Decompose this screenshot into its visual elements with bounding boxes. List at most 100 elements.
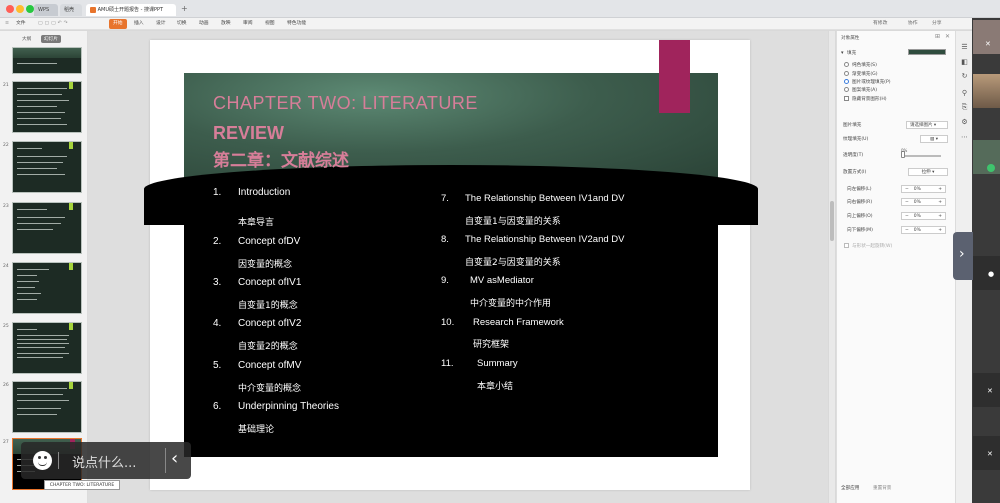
maximize-window-button[interactable] — [26, 5, 34, 13]
participant-tile[interactable]: ✕ — [973, 20, 1000, 54]
panel-pin-icon[interactable]: ⊞ — [935, 33, 940, 40]
quick-access-icons[interactable]: ▢▢▢↶↷ — [38, 19, 70, 29]
item-en[interactable]: Introduction — [238, 187, 290, 198]
offset-up-stepper[interactable]: −0% + — [901, 212, 946, 220]
reset-background-button[interactable]: 重置背景 — [873, 485, 891, 491]
expand-side-button[interactable]: › — [953, 232, 973, 280]
participant-tile[interactable] — [973, 74, 1000, 108]
menu-home[interactable]: 开始 — [109, 19, 127, 29]
menu-view[interactable]: 视图 — [265, 19, 275, 29]
modified-status[interactable]: 有修改 — [873, 19, 887, 29]
comment-input-placeholder[interactable]: 说点什么... — [72, 452, 136, 471]
menu-transition[interactable]: 切换 — [177, 19, 187, 29]
panel-close-icon[interactable]: ✕ — [945, 33, 950, 40]
picture-fill-dropdown[interactable]: 请选择图片 ▾ — [906, 121, 948, 129]
menu-insert[interactable]: 插入 — [134, 19, 144, 29]
fill-color-swatch[interactable] — [908, 49, 946, 55]
item-cn[interactable]: 研究框架 — [473, 337, 509, 350]
tab-document[interactable]: AMU硕士开题报告 - 搜课PPT — [86, 4, 176, 16]
fill-solid-radio[interactable] — [844, 62, 849, 67]
offset-right-stepper[interactable]: −0% + — [901, 198, 946, 206]
tab-docer[interactable]: 稻壳 — [60, 4, 82, 16]
offset-left-stepper[interactable]: −0% + — [901, 185, 946, 193]
item-cn[interactable]: 自变量2的概念 — [238, 339, 298, 352]
menu-file[interactable]: 文件 — [16, 19, 26, 29]
history-icon[interactable]: ↻ — [960, 72, 969, 81]
item-en[interactable]: Concept ofMV — [238, 360, 301, 371]
settings-icon[interactable]: ⚙ — [960, 118, 969, 127]
collaborate-button[interactable]: 协作 — [908, 19, 918, 29]
slide-thumbnail[interactable] — [12, 262, 82, 314]
menu-review[interactable]: 审阅 — [243, 19, 253, 29]
item-en[interactable]: Concept ofIV1 — [238, 277, 301, 288]
tab-outline[interactable]: 大纲 — [22, 36, 31, 42]
menu-design[interactable]: 设计 — [156, 19, 166, 29]
copy-icon[interactable]: ⎘ — [960, 103, 969, 112]
slide-title-line2[interactable]: REVIEW — [213, 123, 284, 144]
participant-tile[interactable]: ✕ — [973, 373, 1000, 407]
item-cn[interactable]: 中介变量的中介作用 — [470, 296, 551, 309]
offset-down-stepper[interactable]: −0% + — [901, 226, 946, 234]
pin-icon[interactable]: ⚲ — [960, 89, 969, 98]
slide-thumbnail[interactable] — [12, 141, 82, 193]
menu-animation[interactable]: 动画 — [199, 19, 209, 29]
slide-thumbnail[interactable] — [12, 47, 82, 74]
participant-tile[interactable]: ✕ — [973, 436, 1000, 470]
decorative-ribbon[interactable] — [659, 40, 690, 113]
more-icon[interactable]: ⋯ — [960, 133, 969, 142]
item-cn[interactable]: 自变量1的概念 — [238, 298, 298, 311]
item-cn[interactable]: 中介变量的概念 — [238, 381, 301, 394]
participant-tile[interactable]: ● — [973, 256, 1000, 290]
close-window-button[interactable] — [6, 5, 14, 13]
collapse-chevron-icon[interactable]: ‹ — [171, 448, 178, 469]
item-cn[interactable]: 因变量的概念 — [238, 257, 292, 270]
menu-slideshow[interactable]: 放映 — [221, 19, 231, 29]
item-en[interactable]: Summary — [477, 358, 518, 369]
rotate-with-shape-checkbox[interactable] — [844, 243, 849, 248]
item-en[interactable]: The Relationship Between IV2and DV — [465, 234, 625, 245]
tab-wps[interactable]: WPS — [34, 4, 58, 16]
item-en[interactable]: Underpinning Theories — [238, 401, 339, 412]
item-cn[interactable]: 自变量2与因变量的关系 — [465, 255, 561, 268]
slide-thumbnail[interactable] — [12, 322, 82, 374]
tab-slides[interactable]: 幻灯片 — [41, 35, 61, 43]
item-en[interactable]: Research Framework — [473, 317, 564, 328]
fill-picture-radio[interactable] — [844, 79, 849, 84]
new-tab-icon[interactable]: + — [181, 4, 188, 13]
emoji-icon[interactable] — [33, 451, 52, 470]
menu-icon[interactable]: ≡ — [5, 19, 9, 29]
apply-all-button[interactable]: 全部应用 — [841, 485, 859, 491]
item-en[interactable]: Concept ofDV — [238, 236, 300, 247]
texture-dropdown[interactable]: ▧ ▾ — [920, 135, 948, 143]
menu-special[interactable]: 特色功能 — [287, 19, 306, 29]
share-button[interactable]: 分享 — [932, 19, 942, 29]
slide-thumbnail[interactable] — [12, 81, 82, 133]
fill-pattern-radio[interactable] — [844, 87, 849, 92]
vertical-scrollbar[interactable] — [829, 31, 835, 503]
slide-number: 25 — [3, 324, 9, 329]
transparency-slider[interactable] — [901, 155, 941, 157]
slide-thumbnail[interactable] — [12, 202, 82, 254]
style-icon[interactable]: ◧ — [960, 58, 969, 67]
properties-icon[interactable]: ☰ — [960, 43, 969, 52]
item-number: 3. — [213, 277, 222, 288]
current-slide[interactable]: CHAPTER TWO: LITERATURE REVIEW 第二章：文献综述 … — [144, 73, 758, 457]
item-en[interactable]: MV asMediator — [470, 275, 534, 286]
fill-expand-icon[interactable]: ▾ — [841, 50, 844, 56]
participant-tile[interactable] — [973, 140, 1000, 174]
item-en[interactable]: Concept ofIV2 — [238, 318, 301, 329]
fill-gradient-radio[interactable] — [844, 71, 849, 76]
slide-title-cn[interactable]: 第二章：文献综述 — [213, 146, 349, 171]
slide-title[interactable]: CHAPTER TWO: LITERATURE — [213, 93, 478, 114]
hide-bg-checkbox[interactable] — [844, 96, 849, 101]
comment-input-bar[interactable]: 说点什么... ‹ — [21, 442, 191, 479]
item-number: 4. — [213, 318, 222, 329]
placement-dropdown[interactable]: 拉伸 ▾ — [908, 168, 948, 176]
item-en[interactable]: The Relationship Between IV1and DV — [465, 193, 625, 204]
item-cn[interactable]: 本章导言 — [238, 215, 274, 228]
slide-thumbnail[interactable] — [12, 381, 82, 433]
item-cn[interactable]: 基础理论 — [238, 422, 274, 435]
item-cn[interactable]: 本章小结 — [477, 379, 513, 392]
item-cn[interactable]: 自变量1与因变量的关系 — [465, 214, 561, 227]
minimize-window-button[interactable] — [16, 5, 24, 13]
